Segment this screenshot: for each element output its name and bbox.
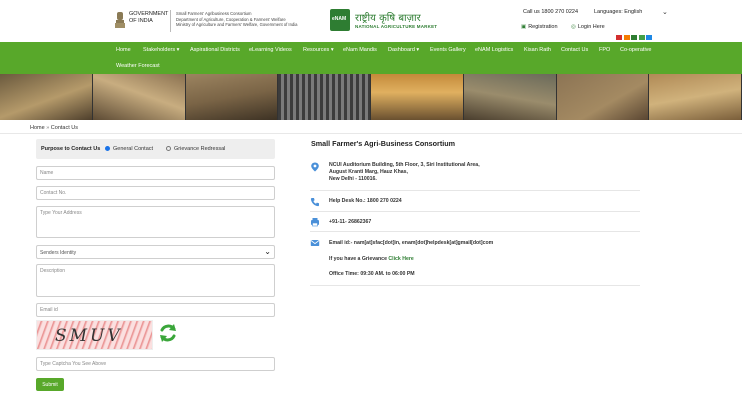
department-text: Small Farmers' Agribusiness Consortium D… — [176, 11, 298, 28]
location-pin-icon — [311, 162, 319, 172]
chevron-down-icon[interactable]: ⌄ — [662, 8, 668, 16]
refresh-captcha-icon[interactable] — [157, 322, 179, 344]
email-ids: Email id:- nam[at]sfac[dot]in, enam[dot]… — [329, 240, 494, 246]
nav-events-gallery[interactable]: Events Gallery — [430, 47, 466, 53]
nav-home[interactable]: Home — [116, 47, 131, 53]
theme-color-swatch[interactable] — [631, 35, 637, 40]
theme-color-swatch[interactable] — [616, 35, 622, 40]
radio-unchecked-icon — [166, 146, 171, 151]
nav-enam-mandis[interactable]: eNam Mandis — [343, 47, 377, 53]
nav-resources[interactable]: Resources ▾ — [303, 47, 334, 53]
address-block: NCUI Auditorium Building, 5th Floor, 3, … — [329, 162, 480, 182]
header-divider — [170, 10, 171, 32]
nav-stakeholders[interactable]: Stakeholders ▾ — [143, 47, 179, 53]
description-textarea[interactable] — [36, 264, 275, 297]
nav-elearning-videos[interactable]: eLearning Videos — [249, 47, 292, 53]
captcha-image: SMUV — [36, 320, 153, 350]
fax-number: +91-11- 26862367 — [329, 219, 372, 225]
enam-hindi-title: राष्ट्रीय कृषि बाज़ार — [355, 13, 421, 24]
language-selector[interactable]: Languages: English — [594, 9, 642, 15]
breadcrumb-home[interactable]: Home — [30, 125, 45, 131]
chevron-down-icon: ⌄ — [264, 247, 271, 256]
banner-photo — [556, 74, 650, 120]
breadcrumb-separator: » — [46, 125, 50, 131]
main-nav: Home Stakeholders ▾ Aspirational Distric… — [0, 42, 742, 74]
divider — [0, 133, 742, 134]
site-header: GOVERNMENT OF INDIA Small Farmers' Agrib… — [0, 0, 742, 42]
mandi-photo-banner — [0, 74, 742, 120]
captcha-text: SMUV — [55, 326, 123, 346]
org-title: Small Farmer's Agri-Business Consortium — [311, 139, 456, 148]
gov-of-india-text: GOVERNMENT OF INDIA — [129, 11, 169, 24]
address-textarea[interactable] — [36, 206, 275, 238]
theme-color-swatch[interactable] — [623, 35, 630, 40]
grievance-text: If you have a Grievance Click Here — [329, 256, 414, 262]
phone-icon — [310, 198, 319, 207]
enam-logo[interactable]: eNAM — [330, 9, 350, 31]
nav-contact-us[interactable]: Contact Us — [561, 47, 588, 53]
purpose-box: Purpose to Contact Us General Contact Gr… — [36, 139, 275, 159]
banner-photo — [463, 74, 557, 120]
nav-enam-logistics[interactable]: eNAM Logistics — [475, 47, 513, 53]
senders-identity-select[interactable]: Senders Identity ⌄ — [36, 245, 275, 259]
divider — [310, 190, 640, 191]
user-icon: ◎ — [571, 24, 576, 30]
radio-grievance-redressal[interactable]: Grievance Redressal — [166, 146, 225, 152]
nav-kisan-rath[interactable]: Kisan Rath — [524, 47, 551, 53]
banner-photo — [371, 74, 464, 120]
call-us-text: Call us 1800 270 0224 — [523, 9, 579, 15]
nav-co-operative[interactable]: Co-operative — [620, 47, 652, 53]
select-value: Senders Identity — [40, 250, 77, 256]
national-emblem-icon — [115, 12, 125, 28]
banner-photo — [185, 74, 279, 120]
fax-icon — [311, 218, 319, 227]
banner-photo — [92, 74, 186, 120]
nav-dashboard[interactable]: Dashboard ▾ — [388, 47, 419, 53]
theme-color-swatch[interactable] — [646, 35, 652, 40]
radio-checked-icon — [105, 146, 110, 151]
grievance-click-here-link[interactable]: Click Here — [388, 256, 413, 262]
email-icon — [310, 240, 320, 246]
breadcrumb: Home » Contact Us — [30, 125, 78, 131]
divider — [310, 211, 640, 212]
helpdesk-number: Help Desk No.: 1800 270 0224 — [329, 198, 402, 204]
office-time: Office Time: 09:30 AM. to 06:00 PM — [329, 271, 415, 277]
banner-photo — [0, 74, 93, 120]
captcha-input[interactable] — [36, 357, 275, 371]
banner-photo — [278, 74, 371, 120]
contact-number-input[interactable] — [36, 186, 275, 200]
banner-photo — [649, 74, 742, 120]
divider — [310, 285, 640, 286]
nav-aspirational-districts[interactable]: Aspirational Districts — [190, 47, 240, 53]
divider — [310, 231, 640, 232]
radio-general-contact[interactable]: General Contact — [105, 146, 153, 152]
submit-button[interactable]: Submit — [36, 378, 64, 391]
breadcrumb-current: Contact Us — [50, 125, 79, 131]
name-input[interactable] — [36, 166, 275, 180]
nav-weather-forecast[interactable]: Weather Forecast — [116, 63, 160, 69]
registration-link[interactable]: ▣ Registration — [521, 24, 558, 30]
login-link[interactable]: ◎ Login Here — [571, 24, 605, 30]
enam-english-title: NATIONAL AGRICULTURE MARKET — [355, 24, 438, 29]
nav-fpo[interactable]: FPO — [599, 47, 610, 53]
registration-icon: ▣ — [521, 24, 527, 30]
theme-color-swatch[interactable] — [638, 35, 645, 40]
email-input[interactable] — [36, 303, 275, 317]
purpose-label: Purpose to Contact Us — [41, 146, 101, 152]
